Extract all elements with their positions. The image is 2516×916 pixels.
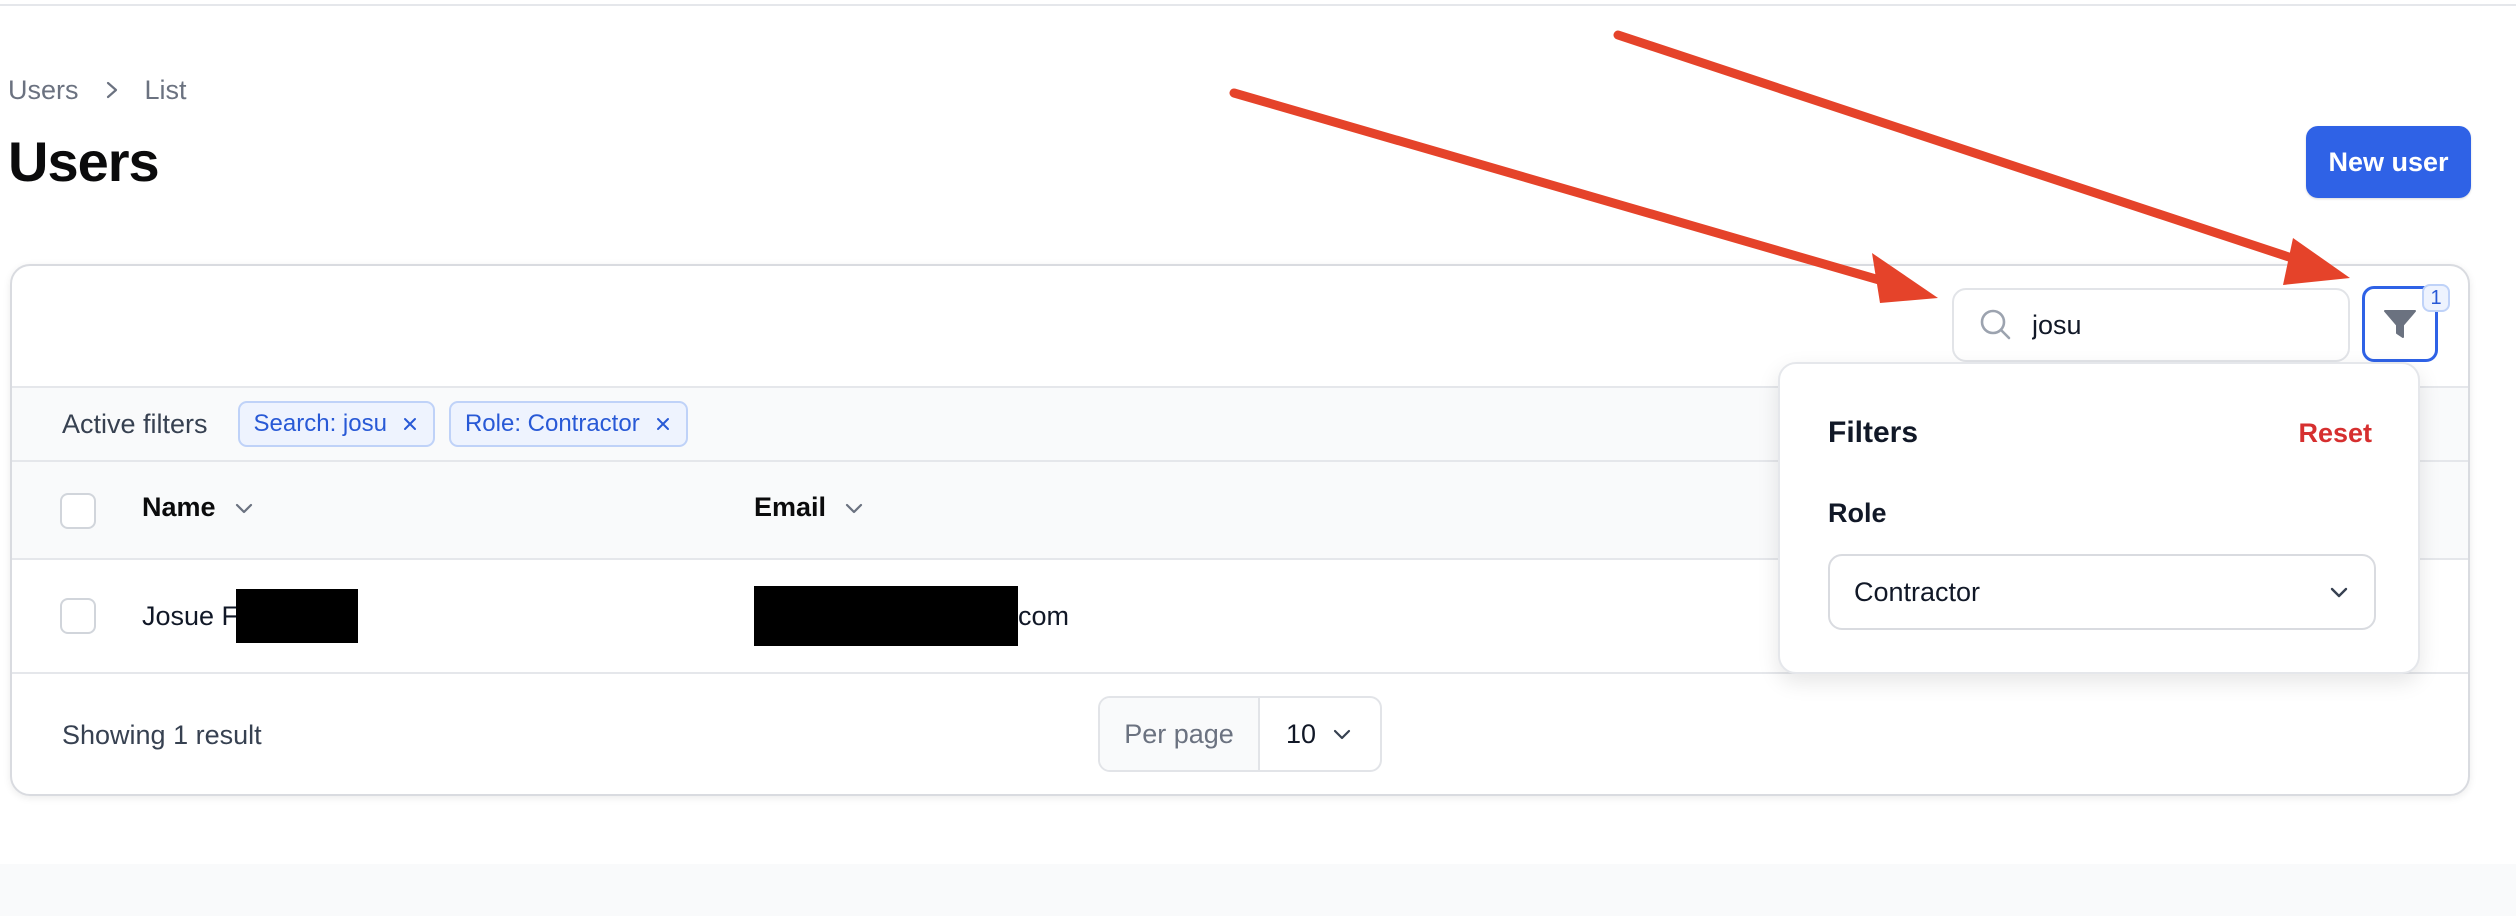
search-icon: [1976, 305, 2016, 345]
filter-chip-search: Search: josu: [237, 401, 435, 447]
new-user-button[interactable]: New user: [2306, 126, 2471, 198]
row-name-cell: Josue F: [142, 588, 359, 644]
per-page-label: Per page: [1100, 698, 1260, 770]
chevron-down-icon: [235, 503, 252, 513]
top-bar: [0, 0, 2516, 6]
column-header-email-label: Email: [754, 492, 827, 522]
role-label: Role: [1828, 498, 1887, 528]
filters-panel: Filters Reset Role Contractor: [1778, 362, 2420, 674]
search-input[interactable]: [2030, 308, 2330, 342]
filters-panel-title: Filters: [1828, 416, 1919, 449]
row-email-text: com: [1018, 600, 1070, 631]
column-header-name-label: Name: [142, 492, 216, 522]
breadcrumb-users[interactable]: Users: [8, 75, 79, 106]
chevron-right-icon: [101, 79, 123, 101]
row-name-text: Josue F: [142, 600, 239, 631]
chevron-down-icon: [1333, 729, 1351, 740]
result-count: Showing 1 result: [62, 720, 262, 750]
close-icon[interactable]: [401, 415, 419, 433]
page-bottom-band: [0, 864, 2516, 916]
table-footer: Showing 1 result Per page 10: [12, 674, 2468, 794]
reset-filters-link[interactable]: Reset: [2298, 418, 2372, 449]
breadcrumb: Users List: [8, 72, 187, 108]
filter-chip-role-label: Role: Contractor: [464, 410, 640, 437]
chevron-down-icon: [845, 503, 863, 513]
funnel-icon: [2384, 310, 2416, 338]
column-header-name[interactable]: Name: [142, 492, 256, 523]
role-select[interactable]: Contractor: [1828, 554, 2376, 630]
filter-chip-role: Role: Contractor: [448, 401, 688, 447]
select-all-checkbox[interactable]: [60, 493, 96, 529]
annotation-arrow-search: [1229, 88, 1905, 291]
redaction-block: [236, 589, 359, 643]
annotation-arrow-filter: [1613, 30, 2315, 269]
role-select-value: Contractor: [1854, 576, 1981, 607]
per-page-value: 10: [1285, 718, 1317, 749]
filter-chip-search-label: Search: josu: [253, 410, 387, 437]
per-page-select[interactable]: 10: [1260, 698, 1380, 770]
redaction-block: [754, 586, 1018, 646]
row-checkbox[interactable]: [60, 598, 96, 634]
breadcrumb-list: List: [144, 74, 187, 105]
page-title: Users: [8, 130, 160, 193]
chevron-down-icon: [2330, 587, 2348, 598]
row-email-cell: com: [754, 586, 1069, 646]
search-box[interactable]: [1952, 288, 2350, 362]
close-icon[interactable]: [654, 415, 672, 433]
column-header-email[interactable]: Email: [754, 492, 866, 523]
filter-count-badge: 1: [2422, 284, 2450, 312]
per-page-control: Per page 10: [1098, 696, 1382, 772]
active-filters-label: Active filters: [62, 408, 208, 439]
